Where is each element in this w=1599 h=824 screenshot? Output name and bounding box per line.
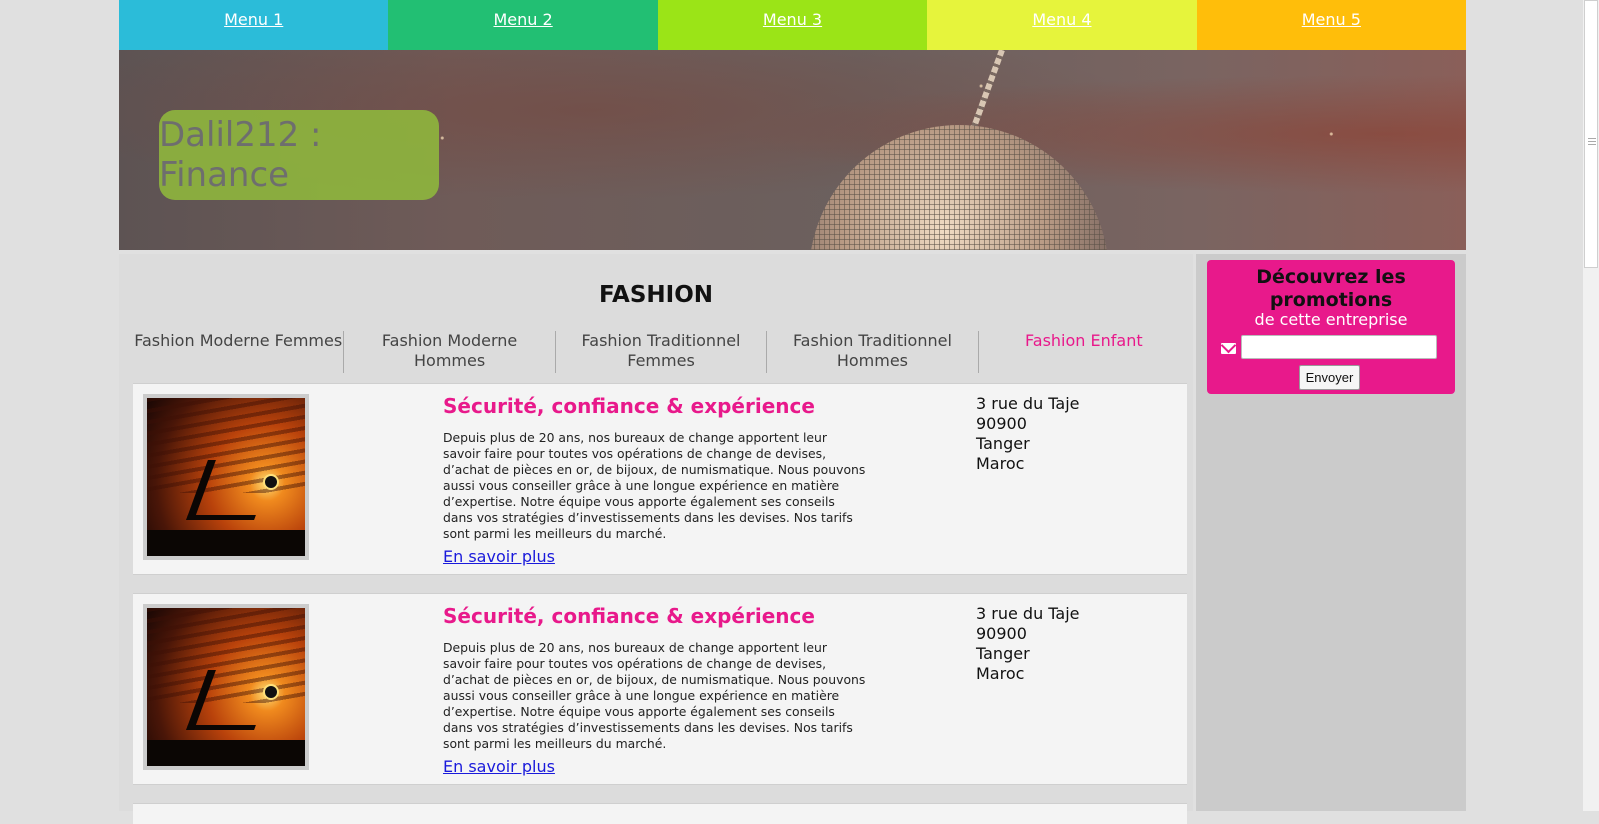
main-content: FASHION Fashion Moderne Femmes Fashion M… (119, 254, 1193, 824)
section-title: FASHION (598, 282, 714, 308)
promo-heading: Découvrez les promotions (1256, 266, 1406, 311)
nav-menu-2[interactable]: Menu 2 (388, 0, 658, 50)
category-tabs: Fashion Moderne Femmes Fashion Moderne H… (133, 331, 1189, 373)
envelope-icon (1221, 343, 1236, 354)
sidebar: Découvrez les promotions de cette entrep… (1196, 254, 1466, 811)
header-banner: Dalil212 : Finance (119, 50, 1466, 250)
read-more-link[interactable]: En savoir plus (443, 757, 555, 776)
listing-title[interactable]: Sécurité, confiance & expérience (443, 394, 815, 418)
listing-description: Depuis plus de 20 ans, nos bureaux de ch… (443, 640, 866, 751)
tab-fashion-moderne-femmes[interactable]: Fashion Moderne Femmes (133, 331, 345, 373)
promo-newsletter-box: Découvrez les promotions de cette entrep… (1207, 260, 1455, 394)
nav-menu-1[interactable]: Menu 1 (119, 0, 389, 50)
tab-fashion-enfant[interactable]: Fashion Enfant (979, 331, 1189, 373)
listing-card: Sécurité, confiance & expérience Depuis … (133, 593, 1187, 785)
address-street: 3 rue du Taje (976, 604, 1080, 623)
listing-card-partial (133, 803, 1187, 824)
promo-submit-button[interactable]: Envoyer (1299, 365, 1360, 390)
listing-thumbnail-frame (143, 394, 309, 560)
scrollbar-grip-icon (1588, 138, 1596, 146)
disco-ball-chain (970, 50, 1005, 131)
tab-fashion-traditionnel-femmes[interactable]: Fashion Traditionnel Femmes (556, 331, 768, 373)
listing-thumbnail-image[interactable] (147, 398, 305, 556)
listing-thumbnail-image[interactable] (147, 608, 305, 766)
tab-fashion-traditionnel-hommes[interactable]: Fashion Traditionnel Hommes (767, 331, 979, 373)
disco-ball-image (809, 125, 1109, 250)
page-wrapper: Menu 1 Menu 2 Menu 3 Menu 4 Menu 5 Dalil… (119, 0, 1467, 824)
address-city: Tanger (976, 644, 1030, 663)
address-country: Maroc (976, 454, 1025, 473)
listing-description: Depuis plus de 20 ans, nos bureaux de ch… (443, 430, 866, 541)
promo-subheading: de cette entreprise (1254, 310, 1408, 329)
listing-address: 3 rue du Taje 90900 Tanger Maroc (976, 394, 1080, 474)
promo-email-input[interactable] (1241, 335, 1437, 359)
tab-fashion-moderne-hommes[interactable]: Fashion Moderne Hommes (344, 331, 556, 373)
nav-menu-5[interactable]: Menu 5 (1196, 0, 1467, 50)
address-street: 3 rue du Taje (976, 394, 1080, 413)
page-scrollbar[interactable] (1583, 0, 1599, 811)
listing-thumbnail-frame (143, 604, 309, 770)
address-city: Tanger (976, 434, 1030, 453)
listing-card: Sécurité, confiance & expérience Depuis … (133, 383, 1187, 575)
site-title: Dalil212 : Finance (159, 110, 439, 200)
address-postal-code: 90900 (976, 624, 1027, 643)
listing-address: 3 rue du Taje 90900 Tanger Maroc (976, 604, 1080, 684)
address-postal-code: 90900 (976, 414, 1027, 433)
scrollbar-thumb[interactable] (1584, 0, 1598, 268)
address-country: Maroc (976, 664, 1025, 683)
nav-menu-3[interactable]: Menu 3 (657, 0, 928, 50)
listing-title[interactable]: Sécurité, confiance & expérience (443, 604, 815, 628)
read-more-link[interactable]: En savoir plus (443, 547, 555, 566)
top-nav: Menu 1 Menu 2 Menu 3 Menu 4 Menu 5 (119, 0, 1467, 50)
nav-menu-4[interactable]: Menu 4 (927, 0, 1197, 50)
